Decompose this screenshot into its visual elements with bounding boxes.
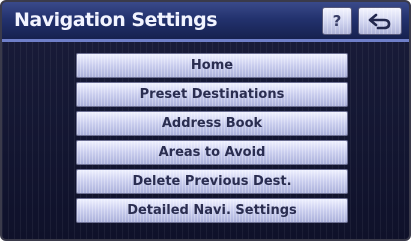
detailed-navi-settings-button[interactable]: Detailed Navi. Settings [76,198,348,223]
home-button[interactable]: Home [76,53,348,78]
preset-destinations-button[interactable]: Preset Destinations [76,82,348,107]
menu-item-label: Areas to Avoid [158,145,266,160]
address-book-button[interactable]: Address Book [76,111,348,136]
menu-item-label: Delete Previous Dest. [132,174,292,189]
page-title: Navigation Settings [14,9,218,31]
menu-item-label: Home [190,58,234,73]
delete-previous-dest-button[interactable]: Delete Previous Dest. [76,169,348,194]
menu-item-label: Preset Destinations [139,87,285,102]
question-mark-icon: ? [332,12,342,30]
back-button[interactable] [358,7,402,35]
menu-item-label: Address Book [161,116,263,131]
settings-menu: Home Preset Destinations Address Book Ar… [76,53,348,227]
help-button[interactable]: ? [322,7,352,35]
navigation-settings-screen: Navigation Settings ? Home Preset Destin… [0,0,411,241]
header-bar: Navigation Settings ? [2,2,409,42]
return-arrow-icon [368,13,391,30]
areas-to-avoid-button[interactable]: Areas to Avoid [76,140,348,165]
menu-item-label: Detailed Navi. Settings [127,203,297,218]
